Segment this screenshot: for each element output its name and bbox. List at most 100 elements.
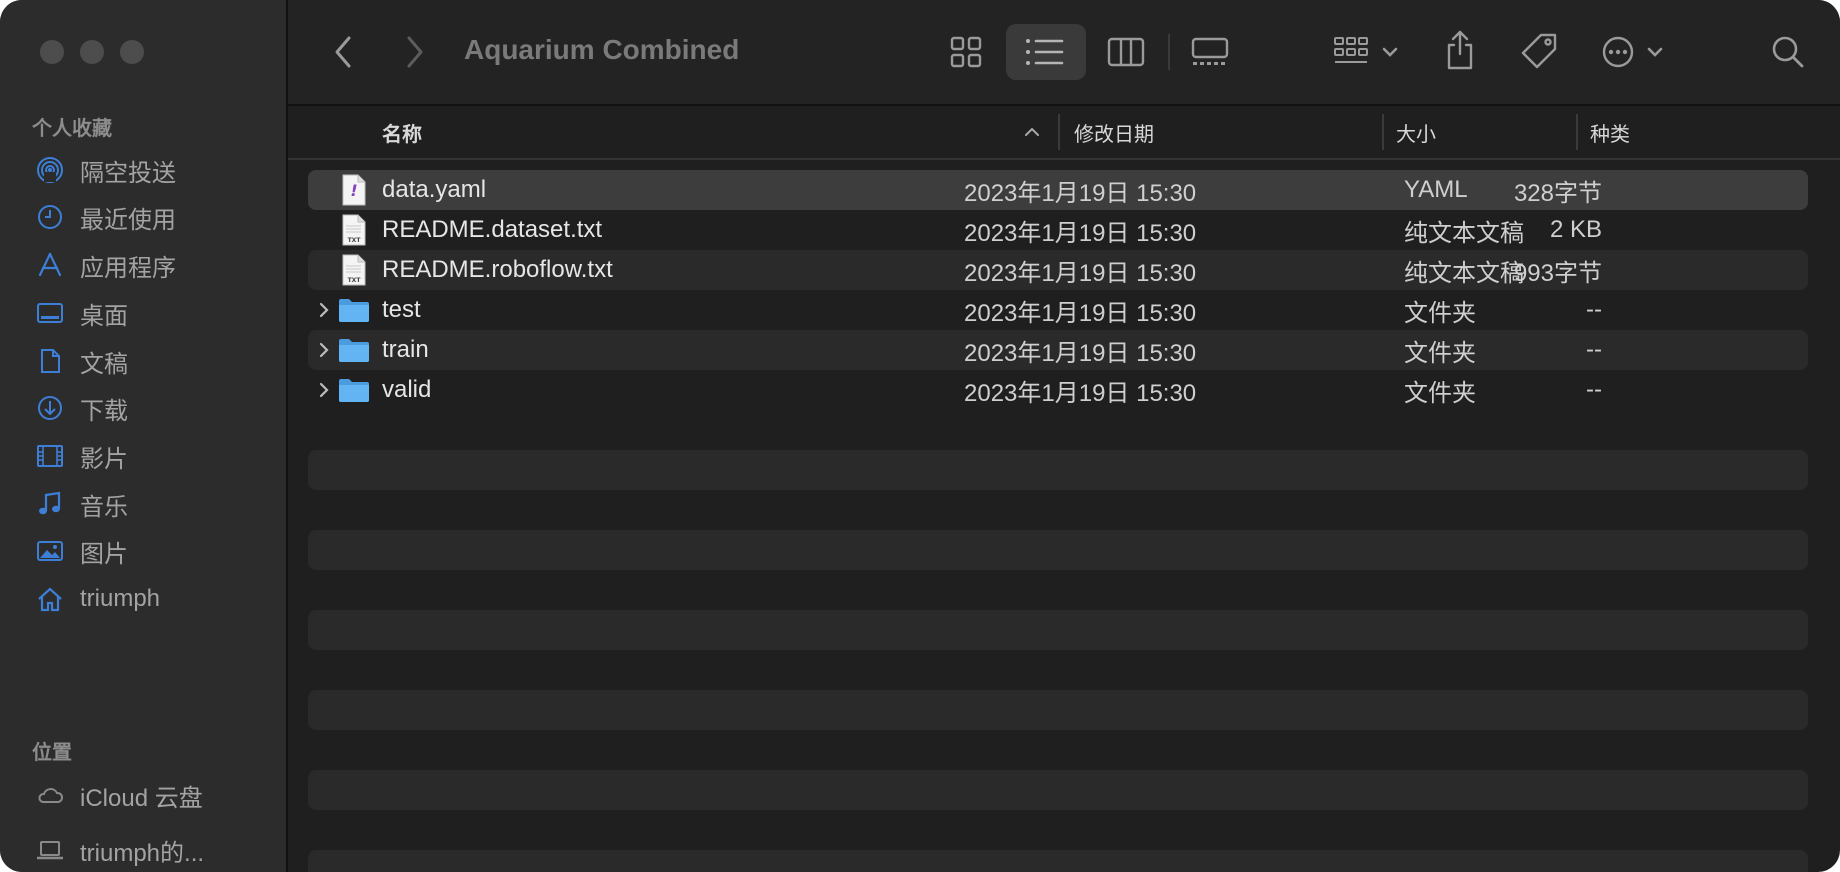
back-button[interactable] [328, 32, 358, 72]
file-row-readme-roboflow[interactable]: TXT README.roboflow.txt 2023年1月19日 15:30… [308, 250, 1808, 290]
disclosure-chevron-icon[interactable] [314, 380, 334, 400]
file-row-test[interactable]: test 2023年1月19日 15:30 -- 文件夹 [308, 290, 1808, 330]
sidebar-item-airdrop[interactable]: 隔空投送 [34, 150, 274, 190]
toolbar-divider [1168, 34, 1170, 70]
sidebar-item-recents[interactable]: 最近使用 [34, 197, 274, 237]
sidebar-item-music[interactable]: 音乐 [34, 484, 274, 524]
column-divider[interactable] [1058, 114, 1060, 150]
airdrop-icon [34, 154, 66, 186]
disclosure-chevron-icon[interactable] [314, 300, 334, 320]
sidebar-item-label: triumph的... [80, 839, 205, 867]
sidebar-item-label: 图片 [80, 540, 128, 568]
file-size: 328字节 [1513, 179, 1602, 207]
window-controls [40, 40, 144, 64]
share-icon [1447, 30, 1473, 70]
home-icon [34, 583, 66, 615]
file-kind: YAML [1404, 176, 1468, 203]
desktop-icon [34, 297, 66, 329]
sidebar-item-label: 桌面 [80, 302, 128, 330]
folder-icon [338, 293, 370, 327]
file-size: -- [1586, 336, 1602, 363]
column-view-button[interactable] [1106, 32, 1146, 72]
favorites-header: 个人收藏 [32, 118, 112, 140]
columns-icon [1107, 37, 1145, 67]
empty-row [308, 530, 1808, 570]
sidebar-item-applications[interactable]: 应用程序 [34, 245, 274, 285]
sidebar-item-label: 最近使用 [80, 206, 176, 234]
file-kind: 文件夹 [1404, 379, 1476, 407]
group-by-button[interactable] [1332, 32, 1408, 72]
file-kind: 文件夹 [1404, 339, 1476, 367]
sidebar-item-label: 下载 [80, 397, 128, 425]
applications-icon [34, 249, 66, 281]
photo-icon [34, 535, 66, 567]
laptop-icon [34, 834, 66, 866]
file-date: 2023年1月19日 15:30 [964, 179, 1197, 207]
finder-window: 个人收藏 隔空投送 最近使用 应用程序 桌面 文稿 下载 影片 音乐 图片 tr… [0, 0, 1840, 872]
file-row-readme-dataset[interactable]: TXT README.dataset.txt 2023年1月19日 15:30 … [308, 210, 1808, 250]
column-size[interactable]: 大小 [1396, 106, 1436, 158]
sidebar-item-label: 文稿 [80, 350, 128, 378]
zoom-button[interactable] [120, 40, 144, 64]
file-name: README.dataset.txt [382, 216, 603, 243]
empty-row [308, 610, 1808, 650]
sidebar-item-laptop[interactable]: triumph的... [34, 830, 274, 870]
sidebar-item-movies[interactable]: 影片 [34, 436, 274, 476]
file-name: valid [382, 376, 432, 403]
file-kind: 纯文本文稿 [1404, 259, 1524, 287]
sidebar-item-icloud[interactable]: iCloud 云盘 [34, 775, 274, 815]
sidebar-item-downloads[interactable]: 下载 [34, 388, 274, 428]
sidebar-item-label: 影片 [80, 445, 128, 473]
file-row-valid[interactable]: valid 2023年1月19日 15:30 -- 文件夹 [308, 370, 1808, 410]
share-button[interactable] [1440, 26, 1480, 74]
locations-header: 位置 [32, 742, 72, 764]
sort-ascending-icon[interactable] [1024, 106, 1040, 158]
close-button[interactable] [40, 40, 64, 64]
sidebar-item-label: 应用程序 [80, 254, 176, 282]
icon-view-button[interactable] [946, 32, 986, 72]
sidebar-item-home[interactable]: triumph [34, 579, 274, 619]
gallery-icon [1191, 37, 1229, 65]
file-size: -- [1586, 296, 1602, 323]
text-file-icon: TXT [338, 213, 370, 247]
sidebar-item-documents[interactable]: 文稿 [34, 341, 274, 381]
file-kind: 文件夹 [1404, 299, 1476, 327]
file-size: 993字节 [1513, 259, 1602, 287]
file-kind: 纯文本文稿 [1404, 219, 1524, 247]
forward-button[interactable] [400, 32, 430, 72]
column-header: 名称 修改日期 大小 种类 [288, 106, 1840, 160]
disclosure-chevron-icon[interactable] [314, 340, 334, 360]
file-name: test [382, 296, 421, 323]
column-divider[interactable] [1576, 114, 1578, 150]
column-kind[interactable]: 种类 [1590, 106, 1630, 158]
column-name[interactable]: 名称 [382, 106, 422, 158]
file-row-data-yaml[interactable]: ! data.yaml 2023年1月19日 15:30 328字节 YAML [308, 170, 1808, 210]
empty-row [308, 770, 1808, 810]
file-size: 2 KB [1549, 216, 1602, 243]
file-list: ! data.yaml 2023年1月19日 15:30 328字节 YAML … [288, 160, 1840, 872]
sidebar-item-label: 隔空投送 [80, 159, 176, 187]
tag-button[interactable] [1518, 30, 1562, 74]
sidebar-item-desktop[interactable]: 桌面 [34, 293, 274, 333]
minimize-button[interactable] [80, 40, 104, 64]
file-date: 2023年1月19日 15:30 [964, 339, 1197, 367]
column-divider[interactable] [1382, 114, 1384, 150]
file-date: 2023年1月19日 15:30 [964, 379, 1197, 407]
file-row-train[interactable]: train 2023年1月19日 15:30 -- 文件夹 [308, 330, 1808, 370]
search-button[interactable] [1768, 32, 1808, 72]
chevron-right-icon [407, 36, 423, 68]
file-date: 2023年1月19日 15:30 [964, 259, 1197, 287]
search-icon [1772, 36, 1804, 68]
list-view-button[interactable] [1006, 24, 1086, 80]
file-name: README.roboflow.txt [382, 256, 613, 283]
sidebar-item-pictures[interactable]: 图片 [34, 531, 274, 571]
empty-row [308, 850, 1808, 872]
music-icon [34, 488, 66, 520]
action-menu-button[interactable] [1600, 32, 1672, 72]
group-icon [1334, 37, 1398, 63]
file-name: train [382, 336, 429, 363]
gallery-view-button[interactable] [1188, 32, 1232, 72]
list-icon [1026, 39, 1064, 65]
column-date[interactable]: 修改日期 [1074, 106, 1154, 158]
svg-text:TXT: TXT [348, 237, 362, 244]
